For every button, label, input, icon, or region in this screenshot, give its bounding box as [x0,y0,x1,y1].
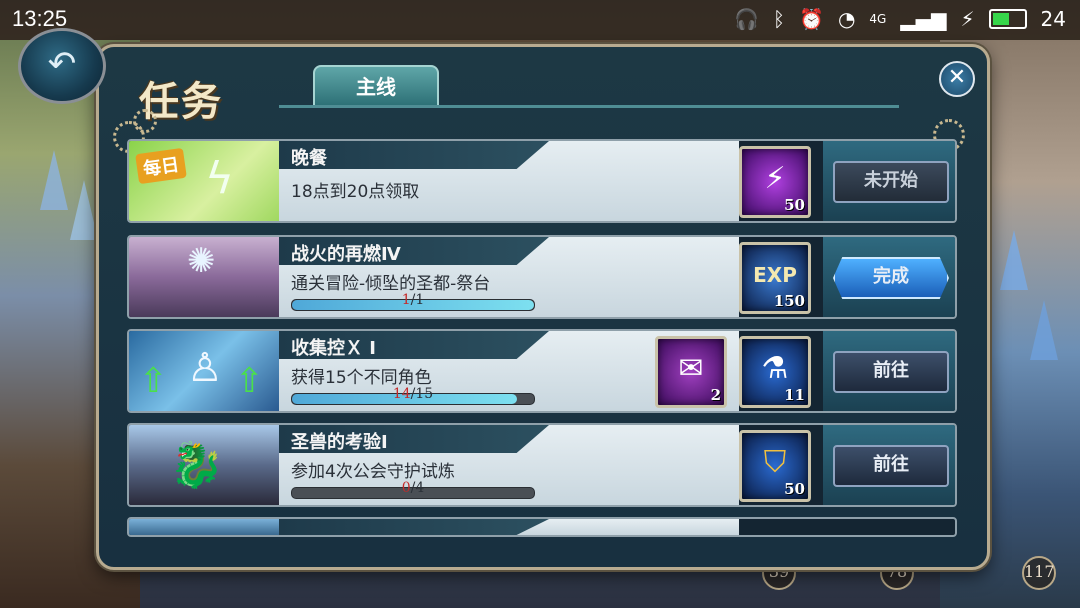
quest-info: 圣兽的考验Ⅰ 参加4次公会守护试炼 0/4 [279,425,739,505]
signal-icon: ▂▄▆ [900,7,947,31]
progress-current: 14 [392,386,411,402]
network-type: 4G [869,12,887,26]
quest-title: 晚餐 [291,148,327,169]
quest-description: 通关冒险-倾坠的圣都-祭台 [291,274,491,294]
quest-title: 收集控Ｘ Ⅰ [291,338,376,359]
crystal-decoration [40,150,68,210]
quest-thumbnail [129,519,279,535]
reward-qty: 50 [784,196,805,214]
quest-panel: 任务 主线 ✕ 每日 ϟ 晚餐 18点到20点领取 ⚡ 50 未开始 ✺ 战火的… [96,44,990,570]
reward-qty: 50 [784,480,805,498]
progress-total: /4 [410,480,425,496]
reward-item[interactable]: ⚡ 50 [739,146,811,218]
quest-thumbnail: 每日 ϟ [129,141,279,221]
dragon-icon: 🐉 [169,440,224,491]
progress-total: /15 [410,386,434,402]
battery-level: 24 [1040,7,1066,31]
quest-action-area: 未开始 [823,141,955,221]
reward-item[interactable]: ✉ 2 [655,336,727,408]
quest-action-area: 完成 [823,237,955,317]
quest-progress-bar: 1/1 [291,292,535,311]
wifi-icon: ◔ [837,7,856,31]
close-button[interactable]: ✕ [939,61,975,97]
crystal-decoration [70,180,98,240]
quest-row: ✺ 战火的再燃Ⅳ 通关冒险-倾坠的圣都-祭台 1/1 EXP 150 完成 [127,235,957,319]
daily-badge: 每日 [135,147,187,185]
reward-qty: 150 [773,292,805,310]
up-arrow-icon: ⇧ [235,361,264,401]
quest-progress-bar: 14/15 [291,386,535,405]
progress-text: 0/4 [292,480,534,496]
progress-text: 14/15 [292,386,534,402]
complete-button[interactable]: 完成 [833,257,949,299]
quest-info: 战火的再燃Ⅳ 通关冒险-倾坠的圣都-祭台 1/1 [279,237,739,317]
status-icons: 🎧 ᛒ ⏰ ◔ 4G ▂▄▆ ⚡ 24 [734,7,1066,31]
quest-thumbnail: ⇧ ♙ ⇧ [129,331,279,411]
quest-title-bar [279,519,549,535]
silhouette-icon: ♙ [187,345,223,391]
background-badge: 117 [1022,556,1056,590]
up-arrow-icon: ⇧ [139,361,168,401]
quest-thumbnail: 🐉 [129,425,279,505]
reward-item[interactable]: EXP 150 [739,242,811,314]
not-started-button[interactable]: 未开始 [833,161,949,203]
quest-row: ⇧ ♙ ⇧ 收集控Ｘ Ⅰ 获得15个不同角色 14/15 ✉ 2 ⚗ 11 前往 [127,329,957,413]
quest-action-area: 前往 [823,331,955,411]
quest-info: 晚餐 18点到20点领取 [279,141,739,221]
quest-info [279,519,739,535]
headphones-icon: 🎧 [734,7,760,31]
quest-description: 18点到20点领取 [291,182,420,202]
reward-qty: 2 [710,386,721,404]
back-arrow-icon: ↶ [47,44,77,84]
tab-divider [279,105,899,108]
progress-text: 1/1 [292,292,534,308]
status-bar: 13:25 🎧 ᛒ ⏰ ◔ 4G ▂▄▆ ⚡ 24 [0,0,1080,40]
alarm-icon: ⏰ [799,7,824,31]
crystal-decoration [1030,300,1058,360]
go-button[interactable]: 前往 [833,445,949,487]
quest-progress-bar: 0/4 [291,480,535,499]
glowing-orb-icon: ✺ [187,241,216,281]
quest-description: 参加4次公会守护试炼 [291,462,455,482]
progress-current: 1 [401,292,411,308]
crystal-decoration [1000,230,1028,290]
bluetooth-icon: ᛒ [773,7,786,31]
quest-row: 每日 ϟ 晚餐 18点到20点领取 ⚡ 50 未开始 [127,139,957,223]
quest-thumbnail: ✺ [129,237,279,317]
quest-row: 🐉 圣兽的考验Ⅰ 参加4次公会守护试炼 0/4 ⛉ 50 前往 [127,423,957,507]
progress-total: /1 [410,292,425,308]
progress-current: 0 [401,480,411,496]
charging-icon: ⚡ [960,7,975,31]
quest-row [127,517,957,537]
quest-title: 圣兽的考验Ⅰ [291,432,388,453]
go-button[interactable]: 前往 [833,351,949,393]
quest-action-area: 前往 [823,425,955,505]
quest-description: 获得15个不同角色 [291,368,432,388]
lightning-icon: ϟ [205,153,235,204]
battery-icon [988,9,1027,29]
reward-qty: 11 [784,386,805,404]
back-button[interactable]: ↶ [18,28,106,104]
tab-main-line[interactable]: 主线 [313,65,439,107]
reward-item[interactable]: ⚗ 11 [739,336,811,408]
gear-icon [133,109,157,133]
quest-title: 战火的再燃Ⅳ [291,244,401,265]
reward-item[interactable]: ⛉ 50 [739,430,811,502]
